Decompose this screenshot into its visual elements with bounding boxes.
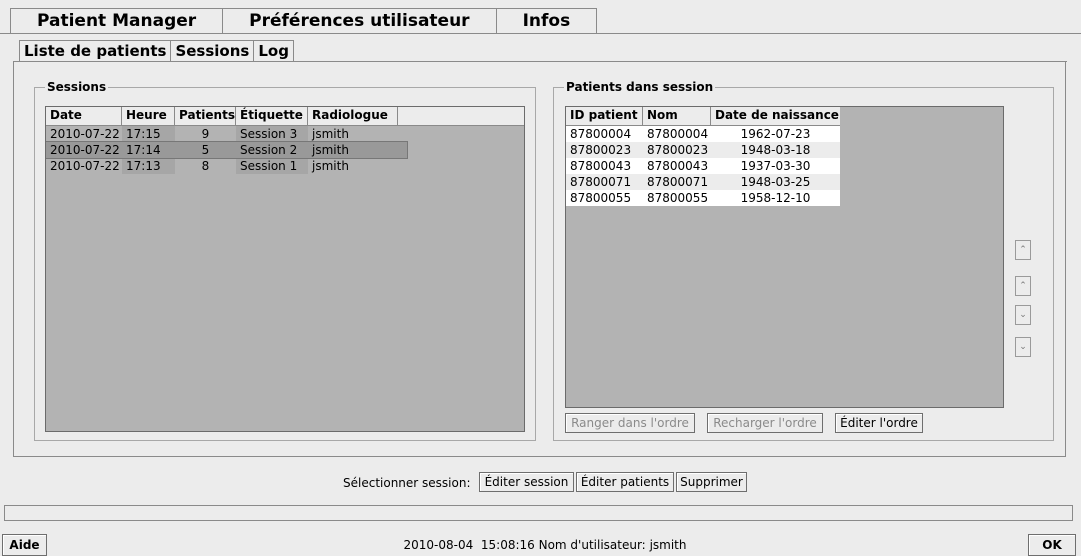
cell-date: 2010-07-22 bbox=[50, 143, 120, 157]
edit-session-button[interactable]: Éditer session bbox=[479, 472, 574, 492]
ok-button[interactable]: OK bbox=[1028, 534, 1076, 556]
table-row[interactable]: 87800004 87800004 1962-07-23 bbox=[566, 126, 840, 142]
table-row[interactable]: 87800043 87800043 1937-03-30 bbox=[566, 158, 840, 174]
cell-nom: 87800023 bbox=[647, 143, 709, 157]
cell-radiologue: jsmith bbox=[312, 159, 349, 173]
cell-id: 87800004 bbox=[570, 127, 632, 141]
edit-patients-button[interactable]: Éditer patients bbox=[576, 472, 674, 492]
table-row[interactable]: 2010-07-22 17:13 8 Session 1 jsmith bbox=[46, 158, 524, 174]
col-date[interactable]: Date bbox=[46, 107, 122, 125]
patients-group-title: Patients dans session bbox=[564, 80, 716, 94]
cell-patients: 5 bbox=[201, 143, 210, 157]
move-top-button[interactable]: ⌃ bbox=[1015, 240, 1031, 260]
main-tabs: Patient Manager Préférences utilisateur … bbox=[10, 8, 598, 34]
tab-patient-manager[interactable]: Patient Manager bbox=[10, 8, 224, 34]
reload-order-button[interactable]: Recharger l'ordre bbox=[707, 413, 823, 433]
cell-id: 87800071 bbox=[570, 175, 632, 189]
cell-etiquette: Session 2 bbox=[240, 143, 298, 157]
sessions-table[interactable]: Date Heure Patients Étiquette Radiologue… bbox=[45, 106, 525, 432]
cell-nom: 87800043 bbox=[647, 159, 709, 173]
cell-dob: 1948-03-18 bbox=[740, 143, 811, 157]
cell-dob: 1948-03-25 bbox=[740, 175, 811, 189]
cell-etiquette: Session 3 bbox=[236, 126, 308, 142]
col-radiologue[interactable]: Radiologue bbox=[308, 107, 398, 125]
cell-heure: 17:13 bbox=[122, 158, 175, 174]
col-id-patient[interactable]: ID patient bbox=[566, 107, 643, 125]
delete-button[interactable]: Supprimer bbox=[676, 472, 747, 492]
col-patients[interactable]: Patients bbox=[175, 107, 236, 125]
patients-table[interactable]: ID patient Nom Date de naissance 8780000… bbox=[565, 106, 1004, 408]
cell-id: 87800055 bbox=[570, 191, 632, 205]
cell-dob: 1962-07-23 bbox=[740, 127, 811, 141]
sessions-table-header: Date Heure Patients Étiquette Radiologue bbox=[46, 107, 524, 126]
move-up-button[interactable]: ⌃ bbox=[1015, 276, 1031, 296]
move-bottom-button[interactable]: ⌄ bbox=[1015, 337, 1031, 357]
cell-date: 2010-07-22 bbox=[50, 159, 120, 173]
col-heure[interactable]: Heure bbox=[122, 107, 175, 125]
cell-etiquette: Session 1 bbox=[236, 158, 308, 174]
sort-order-button[interactable]: Ranger dans l'ordre bbox=[565, 413, 695, 433]
cell-radiologue: jsmith bbox=[312, 127, 349, 141]
cell-nom: 87800071 bbox=[647, 175, 709, 189]
cell-nom: 87800004 bbox=[647, 127, 709, 141]
move-down-button[interactable]: ⌄ bbox=[1015, 305, 1031, 325]
subtab-log[interactable]: Log bbox=[253, 40, 294, 62]
help-button[interactable]: Aide bbox=[2, 534, 47, 556]
table-row[interactable]: 2010-07-22 17:15 9 Session 3 jsmith bbox=[46, 126, 524, 142]
status-info: 2010-08-04 15:08:16 Nom d'utilisateur: j… bbox=[380, 538, 710, 552]
col-etiquette[interactable]: Étiquette bbox=[236, 107, 308, 125]
patients-table-header: ID patient Nom Date de naissance bbox=[566, 107, 840, 126]
status-user-label: Nom d'utilisateur: bbox=[538, 538, 646, 552]
subtab-patient-list[interactable]: Liste de patients bbox=[19, 40, 172, 62]
message-bar bbox=[4, 505, 1073, 521]
status-datetime: 2010-08-04 15:08:16 bbox=[403, 538, 535, 552]
cell-nom: 87800055 bbox=[647, 191, 709, 205]
table-row[interactable]: 87800055 87800055 1958-12-10 bbox=[566, 190, 840, 206]
col-nom[interactable]: Nom bbox=[643, 107, 711, 125]
col-date-naissance[interactable]: Date de naissance bbox=[711, 107, 840, 125]
table-row[interactable]: 87800071 87800071 1948-03-25 bbox=[566, 174, 840, 190]
table-row-selected[interactable]: 2010-07-22 17:14 5 Session 2 jsmith bbox=[46, 141, 408, 159]
subtab-sessions[interactable]: Sessions bbox=[170, 40, 255, 62]
tab-preferences[interactable]: Préférences utilisateur bbox=[222, 8, 497, 34]
status-user: jsmith bbox=[649, 538, 687, 552]
cell-dob: 1937-03-30 bbox=[740, 159, 811, 173]
cell-radiologue: jsmith bbox=[312, 143, 349, 157]
cell-id: 87800023 bbox=[570, 143, 632, 157]
table-row[interactable]: 87800023 87800023 1948-03-18 bbox=[566, 142, 840, 158]
sessions-group-title: Sessions bbox=[45, 80, 109, 94]
cell-patients: 8 bbox=[201, 159, 210, 173]
sub-tabs: Liste de patients Sessions Log bbox=[19, 40, 294, 62]
tab-infos[interactable]: Infos bbox=[495, 8, 598, 34]
cell-dob: 1958-12-10 bbox=[740, 191, 811, 205]
cell-heure: 17:15 bbox=[122, 126, 175, 142]
select-session-label: Sélectionner session: bbox=[343, 476, 471, 490]
cell-patients: 9 bbox=[201, 127, 210, 141]
cell-date: 2010-07-22 bbox=[50, 127, 120, 141]
cell-heure: 17:14 bbox=[126, 143, 161, 157]
cell-id: 87800043 bbox=[570, 159, 632, 173]
tab-divider bbox=[0, 33, 1081, 34]
edit-order-button[interactable]: Éditer l'ordre bbox=[835, 413, 923, 433]
